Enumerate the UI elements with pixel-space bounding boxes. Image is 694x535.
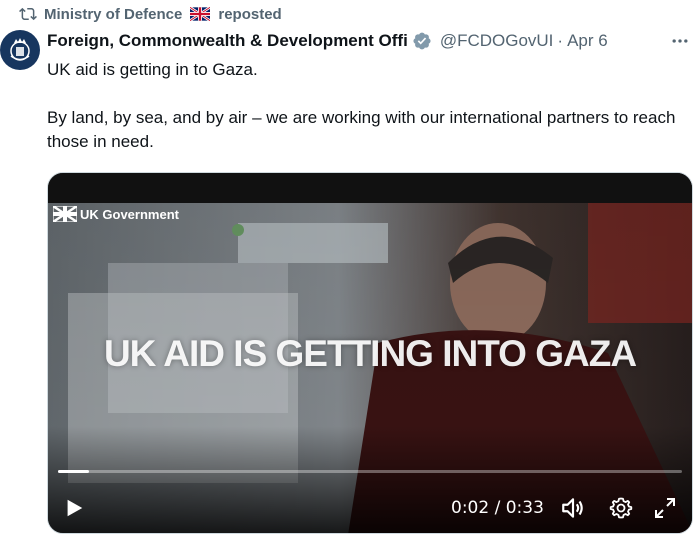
author-name[interactable]: Foreign, Commonwealth & Development Offi [47,31,408,51]
tweet-text-line-2: By land, by sea, and by air – we are wor… [47,108,676,151]
video-time: 0:02 / 0:33 [451,498,544,518]
fullscreen-icon [655,498,675,518]
more-options-icon [672,39,688,43]
tweet-header: Foreign, Commonwealth & Development Offi… [47,30,694,52]
repost-icon [19,7,37,21]
video-overlay-title: UK AID IS GETTING INTO GAZA [103,333,637,374]
tweet-date[interactable]: Apr 6 [567,31,608,51]
video-progress-bar[interactable] [58,470,682,473]
tweet-text-line-1: UK aid is getting in to Gaza. [47,60,258,79]
repost-context: Ministry of Defence reposted [18,3,282,25]
repost-label: reposted [218,5,282,23]
play-button[interactable] [62,496,86,520]
uk-flag-icon [190,7,211,21]
settings-gear-icon [609,497,633,519]
video-controls: 0:02 / 0:33 [48,491,692,525]
settings-button[interactable] [608,495,634,521]
play-icon [67,499,83,517]
repost-account-link[interactable]: Ministry of Defence [44,6,182,23]
uk-flag-icon [53,206,77,222]
header-separator: · [557,31,564,50]
volume-button[interactable] [560,495,586,521]
video-progress-fill [58,470,90,473]
video-duration: 0:33 [505,498,544,518]
royal-crest-icon [10,38,30,61]
author-avatar[interactable] [0,30,40,70]
verified-badge-icon [413,32,431,50]
video-player[interactable]: UK Government UK AID IS GETTING INTO GAZ… [47,172,693,534]
tweet-body: UK aid is getting in to Gaza. By land, b… [47,58,687,154]
volume-icon [562,498,583,518]
video-current-time: 0:02 [451,498,490,518]
video-brand-label: UK Government [80,206,179,222]
author-handle[interactable]: @FCDOGovUI [440,31,554,51]
fullscreen-button[interactable] [652,495,678,521]
more-options-button[interactable] [668,30,692,52]
video-brand: UK Government [53,206,179,222]
video-time-separator: / [489,498,506,518]
